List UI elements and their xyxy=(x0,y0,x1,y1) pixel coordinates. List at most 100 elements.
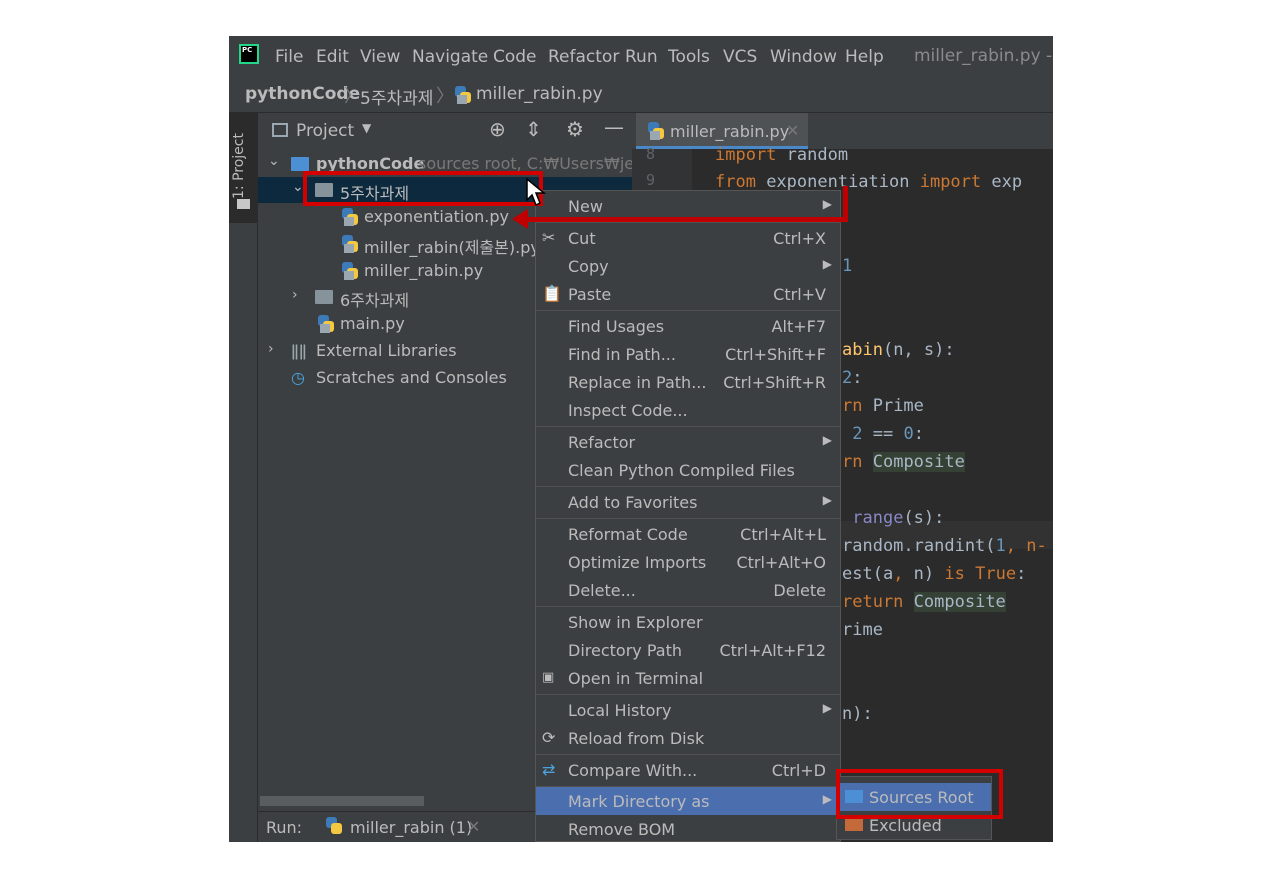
menu-item-replace-in-path[interactable]: Replace in Path... Ctrl+Shift+R xyxy=(536,368,840,396)
chevron-right-icon[interactable]: › xyxy=(292,287,298,303)
divider xyxy=(536,694,840,695)
code-line: 2: xyxy=(842,368,863,388)
folder-icon xyxy=(315,183,333,197)
menu-item-compare-with[interactable]: ⇄ Compare With... Ctrl+D xyxy=(536,756,840,784)
pycharm-logo-icon: PC xyxy=(239,44,259,64)
menu-help[interactable]: Help xyxy=(845,47,884,67)
compare-icon: ⇄ xyxy=(542,760,556,779)
line-number: 8 xyxy=(646,145,656,163)
menu-file[interactable]: File xyxy=(275,47,303,67)
submenu-arrow-icon: ▶ xyxy=(822,493,832,507)
mouse-cursor-icon xyxy=(526,178,547,207)
menu-edit[interactable]: Edit xyxy=(316,47,349,67)
hide-panel-icon[interactable]: — xyxy=(604,115,624,139)
breadcrumb-project[interactable]: pythonCode xyxy=(245,84,360,104)
line-number: 9 xyxy=(646,171,656,189)
horizontal-scrollbar[interactable] xyxy=(260,796,424,806)
code-line: 1 xyxy=(842,256,853,276)
menu-code[interactable]: Code xyxy=(493,47,537,67)
mark-directory-submenu: Sources Root Excluded xyxy=(836,776,992,840)
python-file-icon xyxy=(342,235,358,253)
submenu-arrow-icon: ▶ xyxy=(822,701,832,715)
menu-navigate[interactable]: Navigate xyxy=(412,47,488,67)
folder-icon xyxy=(291,157,309,171)
menu-item-directory-path[interactable]: Directory Path Ctrl+Alt+F12 xyxy=(536,636,840,664)
breadcrumb-file[interactable]: miller_rabin.py xyxy=(476,84,603,104)
annotation-arrow xyxy=(528,217,848,222)
folder-icon xyxy=(237,199,250,209)
close-icon[interactable]: ✕ xyxy=(467,817,480,836)
menu-item-refactor[interactable]: Refactor ▶ xyxy=(536,428,840,456)
menu-item-new[interactable]: New ▶ xyxy=(536,192,840,220)
menu-tools[interactable]: Tools xyxy=(668,47,710,67)
menu-item-reload-from-disk[interactable]: ⟳ Reload from Disk xyxy=(536,724,840,752)
divider xyxy=(536,310,840,311)
menu-run[interactable]: Run xyxy=(625,47,658,67)
settings-gear-icon[interactable]: ⚙ xyxy=(566,117,584,141)
menu-item-reformat-code[interactable]: Reformat Code Ctrl+Alt+L xyxy=(536,520,840,548)
code-line: n): xyxy=(842,704,873,724)
tree-root[interactable]: ⌄ pythonCode sources root, C:₩Users₩jera… xyxy=(258,151,661,177)
code-line: rn Prime xyxy=(842,396,924,416)
chevron-down-icon[interactable]: ⌄ xyxy=(292,179,304,195)
breadcrumb-folder[interactable]: 5주차과제 xyxy=(360,84,433,109)
divider xyxy=(536,426,840,427)
menu-item-find-in-path[interactable]: Find in Path... Ctrl+Shift+F xyxy=(536,340,840,368)
divider xyxy=(536,486,840,487)
tab-miller-rabin[interactable]: miller_rabin.py ✕ xyxy=(636,113,808,149)
menu-item-remove-bom[interactable]: Remove BOM xyxy=(536,815,840,843)
menu-item-local-history[interactable]: Local History ▶ xyxy=(536,696,840,724)
menu-item-optimize-imports[interactable]: Optimize Imports Ctrl+Alt+O xyxy=(536,548,840,576)
menu-item-show-in-explorer[interactable]: Show in Explorer xyxy=(536,608,840,636)
code-line: range(s): xyxy=(852,508,945,528)
collapse-all-icon[interactable]: ⇕ xyxy=(525,117,542,141)
menu-window[interactable]: Window xyxy=(770,47,837,67)
window-title: miller_rabin.py - mi xyxy=(914,46,1053,66)
chevron-down-icon[interactable]: ⌄ xyxy=(268,153,280,169)
menu-item-delete[interactable]: Delete... Delete xyxy=(536,576,840,604)
submenu-item-excluded[interactable]: Excluded xyxy=(837,811,991,839)
terminal-icon: ▣ xyxy=(542,670,555,685)
annotation-arrow-head-icon xyxy=(512,209,528,229)
run-config[interactable]: miller_rabin (1) xyxy=(350,818,472,837)
menu-item-find-usages[interactable]: Find Usages Alt+F7 xyxy=(536,312,840,340)
menu-vcs[interactable]: VCS xyxy=(723,47,757,67)
menu-item-cut[interactable]: ✂ Cut Ctrl+X xyxy=(536,224,840,252)
chevron-right-icon[interactable]: › xyxy=(268,341,274,357)
menu-item-copy[interactable]: Copy ▶ xyxy=(536,252,840,280)
breadcrumb-separator-icon: 〉 xyxy=(436,86,454,107)
file-label: main.py xyxy=(340,314,405,333)
submenu-arrow-icon: ▶ xyxy=(822,792,832,806)
menu-bar: PC File Edit View Navigate Code Refactor… xyxy=(229,36,1053,76)
clipboard-icon: 📋 xyxy=(542,284,562,303)
locate-target-icon[interactable]: ⊕ xyxy=(489,117,506,141)
code-line: 2 == 0: xyxy=(852,424,924,444)
menu-view[interactable]: View xyxy=(360,47,400,67)
menu-item-open-in-terminal[interactable]: ▣ Open in Terminal xyxy=(536,664,840,692)
python-file-icon xyxy=(318,315,334,333)
menu-item-add-to-favorites[interactable]: Add to Favorites ▶ xyxy=(536,488,840,516)
python-file-icon xyxy=(648,122,664,140)
divider xyxy=(536,754,840,755)
submenu-arrow-icon: ▶ xyxy=(822,257,832,271)
run-label: Run: xyxy=(266,818,303,837)
close-icon[interactable]: ✕ xyxy=(786,121,799,140)
python-file-icon xyxy=(342,208,358,226)
project-tool-tab[interactable]: 1: Project xyxy=(229,113,257,223)
submenu-item-sources-root[interactable]: Sources Root xyxy=(837,783,991,811)
tree-label: External Libraries xyxy=(316,341,457,360)
menu-item-mark-directory-as[interactable]: Mark Directory as ▶ xyxy=(536,787,840,815)
project-view-title[interactable]: Project xyxy=(296,121,354,141)
menu-item-paste[interactable]: 📋 Paste Ctrl+V xyxy=(536,280,840,308)
scratches-icon: ◷ xyxy=(291,368,305,387)
menu-item-clean-compiled[interactable]: Clean Python Compiled Files xyxy=(536,456,840,484)
tab-label: miller_rabin.py xyxy=(670,122,790,141)
context-menu: New ▶ ✂ Cut Ctrl+X Copy ▶ 📋 Paste Ctrl+V Find … xyxy=(535,190,841,842)
folder-label: 6주차과제 xyxy=(340,291,410,310)
dropdown-arrow-icon[interactable]: ▼ xyxy=(362,121,371,135)
menu-refactor[interactable]: Refactor xyxy=(548,47,619,67)
python-file-icon xyxy=(455,86,471,104)
code-line: from exponentiation import exp xyxy=(715,172,1023,192)
file-label: miller_rabin(제출본).py xyxy=(364,238,540,257)
menu-item-inspect-code[interactable]: Inspect Code... xyxy=(536,396,840,424)
